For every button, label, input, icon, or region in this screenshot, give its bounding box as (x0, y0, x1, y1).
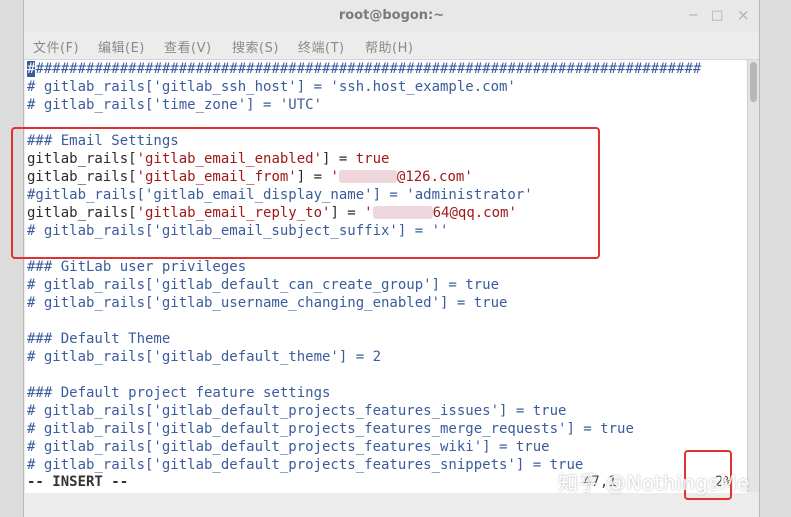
window-bottom-edge (24, 494, 759, 517)
editor-line: #gitlab_rails['gitlab_email_display_name… (27, 187, 533, 203)
menu-file[interactable]: 文件(F) (33, 37, 79, 56)
menu-edit[interactable]: 编辑(E) (98, 37, 145, 56)
redacted-text (372, 205, 433, 219)
editor-line: ### GitLab user privileges (27, 259, 247, 275)
editor-line: # gitlab_rails['time_zone'] = 'UTC' (27, 97, 323, 113)
editor-line: # gitlab_rails['gitlab_default_projects_… (27, 457, 584, 473)
editor-line: # gitlab_rails['gitlab_username_changing… (27, 295, 508, 311)
editor-line: # gitlab_rails['gitlab_default_projects_… (27, 439, 550, 455)
title-bar[interactable]: root@bogon:~ − □ × (24, 0, 759, 33)
insert-mode-indicator: -- INSERT -- (27, 474, 129, 490)
menu-terminal[interactable]: 终端(T) (298, 37, 345, 56)
editor-line: # gitlab_rails['gitlab_default_theme'] =… (27, 349, 382, 365)
window-title: root@bogon:~ (338, 8, 445, 23)
menu-help[interactable]: 帮助(H) (365, 37, 413, 56)
watermark: 知乎 @NothingsMe (558, 471, 750, 495)
line-text: ########################################… (35, 61, 702, 77)
editor-line: gitlab_rails['gitlab_email_enabled'] = t… (27, 151, 390, 167)
terminal-editor[interactable]: ########################################… (25, 60, 747, 492)
terminal-window: root@bogon:~ − □ × 文件(F) 编辑(E) 查看(V) 搜索(… (23, 0, 760, 517)
editor-line: # gitlab_rails['gitlab_ssh_host'] = 'ssh… (27, 79, 516, 95)
menu-bar: 文件(F) 编辑(E) 查看(V) 搜索(S) 终端(T) 帮助(H) (24, 32, 759, 60)
close-button[interactable]: × (737, 6, 750, 24)
editor-line: ########################################… (27, 60, 701, 78)
vertical-scrollbar[interactable] (747, 60, 759, 492)
maximize-button[interactable]: □ (711, 8, 723, 23)
scrollbar-thumb[interactable] (750, 62, 757, 102)
minimize-button[interactable]: − (688, 8, 699, 23)
editor-line: # gitlab_rails['gitlab_default_projects_… (27, 403, 567, 419)
menu-search[interactable]: 搜索(S) (232, 37, 279, 56)
editor-line: gitlab_rails['gitlab_email_from'] = ' @12… (27, 169, 473, 185)
editor-line: ### Default Theme (27, 331, 171, 347)
editor-line: ### Email Settings (27, 133, 179, 149)
editor-line: # gitlab_rails['gitlab_default_can_creat… (27, 277, 500, 293)
editor-line: # gitlab_rails['gitlab_default_projects_… (27, 421, 634, 437)
editor-line: gitlab_rails['gitlab_email_reply_to'] = … (27, 205, 517, 221)
editor-line: ### Default project feature settings (27, 385, 331, 401)
editor-line: # gitlab_rails['gitlab_email_subject_suf… (27, 223, 449, 239)
menu-view[interactable]: 查看(V) (164, 37, 212, 56)
redacted-text (338, 169, 397, 183)
